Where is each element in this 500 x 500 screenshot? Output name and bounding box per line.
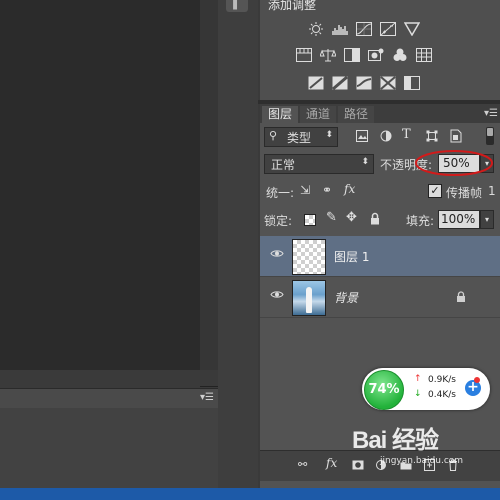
gradient-map-icon[interactable] xyxy=(380,76,396,90)
brightness-icon[interactable] xyxy=(308,22,324,36)
unify-position-icon[interactable]: ⇲ xyxy=(300,183,310,197)
black-white-icon[interactable] xyxy=(344,48,360,62)
type-filter-icon[interactable]: T xyxy=(402,127,411,142)
tab-layers[interactable]: 图层 xyxy=(262,106,299,123)
link-layers-icon[interactable]: ⚯ xyxy=(298,458,307,471)
exposure-icon[interactable] xyxy=(380,22,396,36)
tab-paths[interactable]: 路径 xyxy=(338,106,375,123)
propagate-value: 1 xyxy=(488,184,496,198)
filter-toggle-switch[interactable] xyxy=(486,127,494,145)
bottom-panel xyxy=(0,408,218,500)
memory-usage-ball[interactable]: 74% xyxy=(364,370,404,410)
threshold-icon[interactable] xyxy=(356,76,372,90)
fill-value: 100% xyxy=(441,212,476,226)
posterize-icon[interactable] xyxy=(332,76,348,90)
layer-name[interactable]: 背景 xyxy=(334,289,358,306)
unify-label: 统一: xyxy=(266,186,295,200)
lock-all-icon[interactable] xyxy=(370,212,380,225)
search-icon: ⚲ xyxy=(269,129,278,142)
panel-divider xyxy=(0,370,218,386)
color-lookup-icon[interactable] xyxy=(416,48,432,62)
blend-mode-select[interactable]: 正常 ⬍ xyxy=(264,154,374,174)
vibrance-icon[interactable] xyxy=(404,22,420,36)
fill-label: 填充: xyxy=(406,214,435,228)
watermark-logo: Bai 经验 xyxy=(352,427,439,454)
download-speed: 0.4K/s xyxy=(428,390,456,400)
layer-name[interactable]: 图层 1 xyxy=(334,248,369,265)
pixel-filter-icon[interactable] xyxy=(356,130,368,142)
notification-dot xyxy=(474,377,480,383)
lock-paint-icon[interactable]: ✎ xyxy=(326,210,337,225)
invert-icon[interactable] xyxy=(308,76,324,90)
tab-channels[interactable]: 通道 xyxy=(300,106,337,123)
layer-style-icon[interactable]: fx xyxy=(326,456,337,470)
selective-color-icon[interactable] xyxy=(404,76,420,90)
fill-field[interactable]: 100% xyxy=(438,210,480,229)
propagate-label: 传播帧 xyxy=(446,186,483,200)
taskbar xyxy=(0,488,500,500)
panel-menu-icon[interactable]: ▾☰ xyxy=(200,392,214,403)
eye-icon[interactable] xyxy=(270,290,284,299)
lock-label: 锁定: xyxy=(264,214,293,228)
shape-filter-icon[interactable] xyxy=(426,130,438,142)
lock-transparent-icon[interactable] xyxy=(304,214,316,226)
blend-mode-value: 正常 xyxy=(271,158,296,172)
layer-filter-select[interactable]: ⚲ 类型 ⬍ xyxy=(264,127,338,147)
layer-thumbnail xyxy=(292,280,326,316)
unify-visibility-icon[interactable]: ⚭ xyxy=(322,183,332,197)
propagate-checkbox[interactable]: ✓ xyxy=(428,184,442,198)
unify-style-icon[interactable]: fx xyxy=(344,182,355,196)
download-arrow-icon: ↓ xyxy=(414,389,422,399)
bottom-panel-header: ▾☰ xyxy=(0,388,218,409)
levels-icon[interactable] xyxy=(332,22,348,36)
channel-mixer-icon[interactable] xyxy=(392,48,408,62)
filter-kind-label: 类型 xyxy=(287,131,312,145)
network-speed-widget[interactable]: 74% ↑ 0.9K/s ↓ 0.4K/s + xyxy=(362,368,490,410)
hue-saturation-icon[interactable] xyxy=(296,48,312,62)
chevron-down-icon: ⬍ xyxy=(361,157,369,167)
layer-row[interactable]: 背景 xyxy=(260,276,500,318)
lock-move-icon[interactable]: ✥ xyxy=(346,210,357,225)
watermark: Bai 经验 jingyan.baidu.com xyxy=(352,420,500,480)
collapse-panel-button[interactable]: ▌ xyxy=(226,0,248,12)
color-balance-icon[interactable] xyxy=(320,48,336,62)
eye-icon[interactable] xyxy=(270,249,284,258)
adjustments-title: 添加调整 xyxy=(268,0,317,12)
canvas-scrollbar[interactable] xyxy=(200,0,220,387)
upload-arrow-icon: ↑ xyxy=(414,374,422,384)
layer-thumbnail xyxy=(292,239,326,275)
layer-row[interactable]: 图层 1 xyxy=(260,236,500,276)
smart-object-filter-icon[interactable] xyxy=(450,129,462,143)
tool-strip xyxy=(218,0,258,500)
adjustments-panel: 添加调整 xyxy=(260,0,500,100)
panel-tabs: 图层 通道 路径 ▾☰ xyxy=(260,104,500,123)
document-canvas[interactable] xyxy=(0,0,218,370)
opacity-highlight-ellipse xyxy=(415,150,493,176)
layers-panel-menu-icon[interactable]: ▾☰ xyxy=(484,108,498,119)
curves-icon[interactable] xyxy=(356,22,372,36)
watermark-url: jingyan.baidu.com xyxy=(380,456,464,466)
chevron-down-icon: ⬍ xyxy=(325,130,333,140)
fill-dropdown-button[interactable]: ▾ xyxy=(480,210,494,229)
photo-filter-icon[interactable] xyxy=(368,48,384,62)
upload-speed: 0.9K/s xyxy=(428,375,456,385)
adjustment-filter-icon[interactable] xyxy=(380,130,392,142)
lock-icon xyxy=(457,291,465,302)
